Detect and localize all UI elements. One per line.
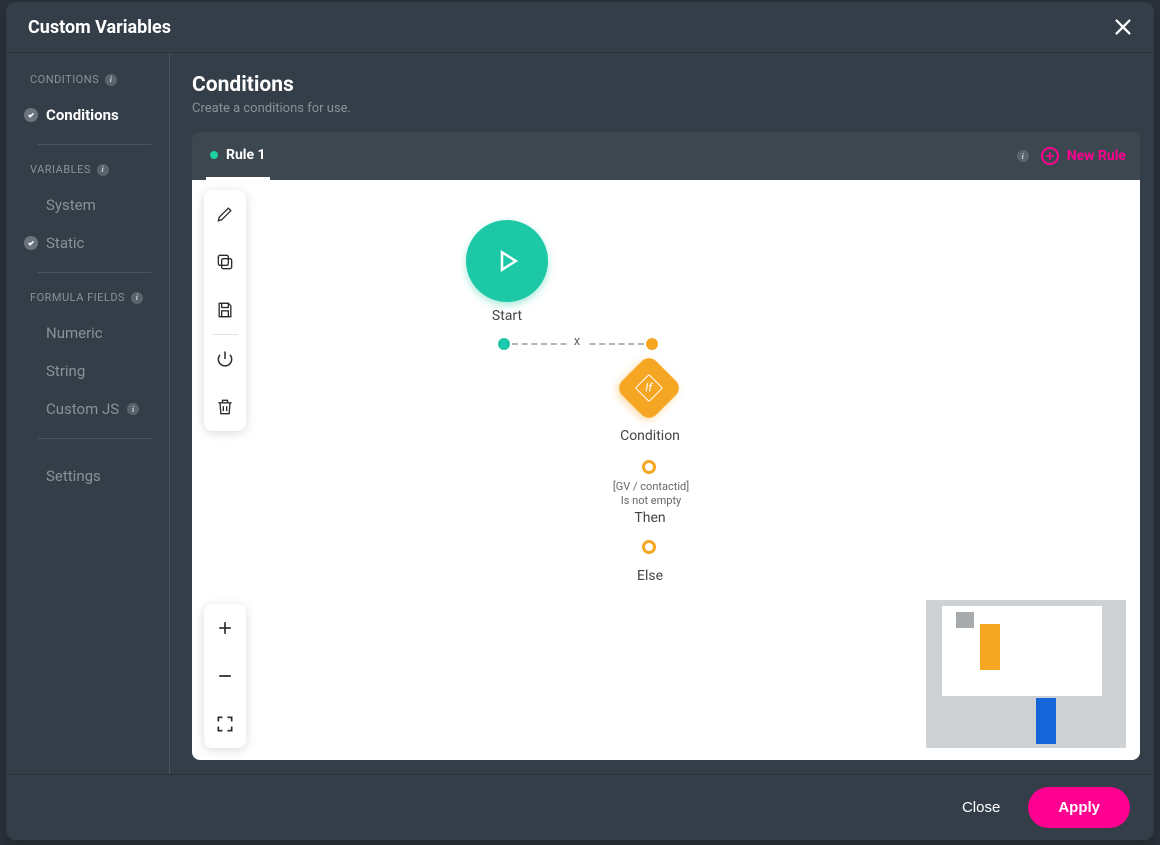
modal-footer: Close Apply (6, 774, 1154, 840)
start-label: Start (466, 308, 548, 324)
delete-button[interactable] (204, 383, 246, 431)
info-icon[interactable]: i (105, 74, 117, 86)
condition-output-port[interactable] (642, 460, 656, 474)
connector-end-dot[interactable] (646, 338, 658, 350)
sidebar-item-label: String (46, 362, 85, 380)
zoom-out-button[interactable] (204, 652, 246, 700)
condition-label: Condition (586, 428, 714, 444)
modal-header: Custom Variables (6, 2, 1154, 53)
sidebar-section-label: CONDITIONS (30, 73, 99, 86)
canvas-toolbar (204, 190, 246, 431)
sidebar-item-label: System (46, 196, 96, 214)
apply-button[interactable]: Apply (1028, 787, 1130, 828)
modal-title: Custom Variables (28, 17, 171, 38)
minimap-action-node (1036, 698, 1056, 744)
sidebar-item-label: Conditions (46, 106, 119, 124)
plus-circle-icon (1041, 147, 1059, 165)
tab-right-controls: i New Rule (1017, 147, 1126, 165)
sidebar-item-label: Custom JS (46, 400, 119, 418)
sidebar-item-label: Settings (46, 467, 101, 485)
sidebar-item-label: Static (46, 234, 84, 252)
minimap[interactable] (926, 600, 1126, 748)
edit-button[interactable] (204, 190, 246, 238)
status-dot-icon (210, 151, 218, 159)
sidebar-item-conditions[interactable]: Conditions (6, 96, 169, 134)
tab-label: Rule 1 (226, 147, 266, 163)
sidebar-item-customjs[interactable]: Custom JS i (6, 390, 169, 428)
sidebar-item-string[interactable]: String (6, 352, 169, 390)
sidebar-section-variables: VARIABLES i (6, 163, 169, 186)
check-icon (24, 236, 38, 250)
sidebar-item-numeric[interactable]: Numeric (6, 314, 169, 352)
then-label: Then (586, 510, 714, 526)
zoom-in-button[interactable] (204, 604, 246, 652)
info-icon[interactable]: i (1017, 150, 1029, 162)
new-rule-button[interactable]: New Rule (1041, 147, 1126, 165)
sidebar-section-label: FORMULA FIELDS (30, 291, 125, 304)
condition-node[interactable]: If (617, 356, 681, 420)
modal-body: CONDITIONS i Conditions VARIABLES i Syst… (6, 53, 1154, 774)
sidebar-item-static[interactable]: Static (6, 224, 169, 262)
minimap-condition-node (980, 624, 1000, 670)
sidebar-item-system[interactable]: System (6, 186, 169, 224)
divider (38, 438, 151, 439)
condition-expr-line: Is not empty (576, 494, 726, 508)
condition-expression: [GV / contactid] Is not empty (576, 480, 726, 509)
save-button[interactable] (204, 286, 246, 334)
sidebar-item-settings[interactable]: Settings (6, 457, 169, 495)
condition-expr-line: [GV / contactid] (576, 480, 726, 494)
sidebar: CONDITIONS i Conditions VARIABLES i Syst… (6, 53, 170, 774)
divider (38, 272, 151, 273)
check-icon (24, 108, 38, 122)
info-icon[interactable]: i (127, 403, 139, 415)
power-button[interactable] (204, 335, 246, 383)
info-icon[interactable]: i (97, 164, 109, 176)
divider (38, 144, 151, 145)
tab-rule-1[interactable]: Rule 1 (206, 132, 270, 180)
close-button[interactable]: Close (962, 799, 1000, 816)
else-output-port[interactable] (642, 540, 656, 554)
rule-tabbar: Rule 1 i New Rule (192, 132, 1140, 180)
flow-diagram: Start x If Condition [GV / contact (276, 210, 836, 730)
else-label: Else (586, 568, 714, 584)
minimap-start-node (956, 612, 974, 628)
connector-start-dot[interactable] (498, 338, 510, 350)
close-icon[interactable] (1112, 16, 1134, 38)
info-icon[interactable]: i (131, 292, 143, 304)
page-subtitle: Create a conditions for use. (192, 101, 1140, 116)
copy-button[interactable] (204, 238, 246, 286)
sidebar-section-formula: FORMULA FIELDS i (6, 291, 169, 314)
sidebar-section-label: VARIABLES (30, 163, 91, 176)
page-title: Conditions (192, 73, 1140, 97)
main-panel: Conditions Create a conditions for use. … (170, 53, 1154, 774)
start-node[interactable] (466, 220, 548, 302)
connector-remove-button[interactable]: x (568, 333, 586, 351)
fit-screen-button[interactable] (204, 700, 246, 748)
sidebar-item-label: Numeric (46, 324, 103, 342)
custom-variables-modal: Custom Variables CONDITIONS i Conditions… (6, 2, 1154, 840)
sidebar-section-conditions: CONDITIONS i (6, 73, 169, 96)
new-rule-label: New Rule (1067, 148, 1126, 164)
flow-canvas[interactable]: Start x If Condition [GV / contact (192, 180, 1140, 760)
zoom-toolbar (204, 604, 246, 748)
connector: x (498, 336, 658, 350)
